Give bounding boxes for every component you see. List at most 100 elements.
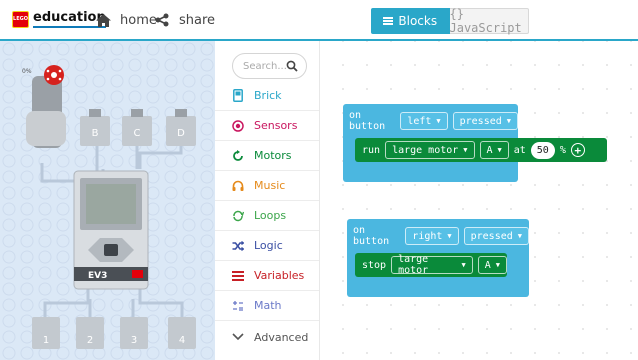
home-icon <box>94 12 112 28</box>
port-value: A <box>486 144 493 156</box>
blocks-label: Blocks <box>398 14 438 28</box>
ev3-brick: EV3 <box>73 170 149 290</box>
home-button[interactable]: home <box>94 12 157 28</box>
input-port-2[interactable]: 2 <box>76 317 104 349</box>
port-label-b: B <box>92 128 99 139</box>
stop-motor-block[interactable]: stop large motor ▼ A ▼ <box>355 253 507 277</box>
category-brick[interactable]: Brick <box>215 81 319 111</box>
blocks-workspace[interactable]: on button left ▼ pressed ▼ run large motor… <box>321 41 638 360</box>
list-icon <box>231 269 245 283</box>
simulator-background: 0% B C D EV3 1 2 3 4 <box>0 41 215 360</box>
javascript-tab[interactable]: {} JavaScript <box>449 7 529 35</box>
event-label: on button <box>353 225 390 247</box>
dropdown-arrow-icon: ▼ <box>495 261 500 269</box>
lego-logo-icon: LEGO <box>12 10 29 28</box>
brick-label: EV3 <box>88 271 107 281</box>
event-label: on button <box>349 110 386 132</box>
category-label: Advanced <box>254 330 309 344</box>
state-dropdown[interactable]: pressed ▼ <box>452 112 518 130</box>
toolbox: Search... Brick Sensors Motors Music Loo… <box>215 41 320 360</box>
port-label-3: 3 <box>131 335 137 346</box>
category-label: Loops <box>254 209 287 222</box>
port-dropdown[interactable]: A ▼ <box>479 141 509 159</box>
motor-icon <box>231 149 245 163</box>
share-label: share <box>179 12 216 28</box>
share-button[interactable]: share <box>153 12 215 28</box>
toolbox-search[interactable]: Search... <box>232 53 307 79</box>
run-label: run <box>362 144 381 156</box>
input-port-4[interactable]: 4 <box>168 317 196 349</box>
port-dropdown[interactable]: A ▼ <box>477 256 507 274</box>
loop-icon <box>231 209 245 223</box>
button-dropdown[interactable]: right ▼ <box>405 227 459 245</box>
editor-mode-toggle: Blocks {} JavaScript <box>371 7 529 35</box>
state-value: pressed <box>470 230 513 242</box>
math-icon <box>231 299 245 313</box>
category-label: Motors <box>254 149 292 162</box>
port-label-2: 2 <box>87 335 93 346</box>
category-label: Logic <box>254 239 283 252</box>
port-label-4: 4 <box>179 335 185 346</box>
sensor-icon <box>231 119 245 133</box>
port-value: A <box>484 259 491 271</box>
event-header: on button left ▼ pressed ▼ <box>349 110 518 132</box>
category-loops[interactable]: Loops <box>215 201 319 231</box>
category-label: Math <box>254 299 282 312</box>
run-motor-block[interactable]: run large motor ▼ A ▼ at 50 % + <box>355 138 607 162</box>
category-logic[interactable]: Logic <box>215 231 319 261</box>
blocks-tab[interactable]: Blocks <box>371 8 450 34</box>
motor-value: large motor <box>398 254 429 276</box>
motor-dropdown[interactable]: large motor ▼ <box>391 254 473 276</box>
category-label: Variables <box>254 269 305 282</box>
javascript-label: {} JavaScript <box>449 7 522 35</box>
brick-screen <box>86 184 136 224</box>
dropdown-arrow-icon: ▼ <box>461 261 466 269</box>
headphones-icon <box>231 179 245 193</box>
category-variables[interactable]: Variables <box>215 261 319 291</box>
input-port-3[interactable]: 3 <box>120 317 148 349</box>
category-label: Sensors <box>254 119 298 132</box>
category-label: Brick <box>254 89 282 102</box>
button-value: left <box>407 115 432 127</box>
input-port-1[interactable]: 1 <box>32 317 60 349</box>
category-math[interactable]: Math <box>215 291 319 321</box>
speed-input[interactable]: 50 <box>530 141 555 159</box>
port-label-c: C <box>134 128 141 139</box>
search-icon <box>286 60 298 75</box>
search-placeholder: Search... <box>243 60 287 72</box>
category-label: Music <box>254 179 286 192</box>
port-label-1: 1 <box>43 335 49 346</box>
state-dropdown[interactable]: pressed ▼ <box>463 227 529 245</box>
home-label: home <box>120 12 157 28</box>
button-value: right <box>412 230 443 242</box>
dropdown-arrow-icon: ▼ <box>436 117 441 125</box>
workspace-grid <box>321 41 638 360</box>
dropdown-arrow-icon: ▼ <box>447 232 452 240</box>
dropdown-arrow-icon: ▼ <box>517 232 522 240</box>
on-button-right-event[interactable]: on button right ▼ pressed ▼ stop large mot… <box>347 219 529 297</box>
shuffle-icon <box>231 239 245 253</box>
category-advanced[interactable]: Advanced <box>215 322 319 352</box>
dropdown-arrow-icon: ▼ <box>463 146 468 154</box>
category-music[interactable]: Music <box>215 171 319 201</box>
motor-speed-readout: 0% <box>22 68 32 75</box>
percent-label: % <box>559 144 566 156</box>
category-motors[interactable]: Motors <box>215 141 319 171</box>
chevron-down-icon <box>231 330 245 344</box>
category-sensors[interactable]: Sensors <box>215 111 319 141</box>
motor-dropdown[interactable]: large motor ▼ <box>385 141 475 159</box>
on-button-left-event[interactable]: on button left ▼ pressed ▼ run large motor… <box>343 104 607 182</box>
brick-icon <box>231 89 245 103</box>
share-icon <box>153 12 171 28</box>
button-dropdown[interactable]: left ▼ <box>400 112 448 130</box>
event-header: on button right ▼ pressed ▼ <box>353 225 529 247</box>
top-bar: LEGO education home share Blocks {} Java… <box>0 0 638 40</box>
motor-value: large motor <box>392 144 459 156</box>
lego-education-logo[interactable]: LEGO education <box>12 10 106 28</box>
stop-label: stop <box>362 259 387 271</box>
dropdown-arrow-icon: ▼ <box>497 146 502 154</box>
ev3-simulator: 0% B C D EV3 1 2 3 4 <box>0 41 215 360</box>
blocks-icon <box>383 17 394 25</box>
state-value: pressed <box>459 115 502 127</box>
add-parameter-icon[interactable]: + <box>570 143 585 157</box>
